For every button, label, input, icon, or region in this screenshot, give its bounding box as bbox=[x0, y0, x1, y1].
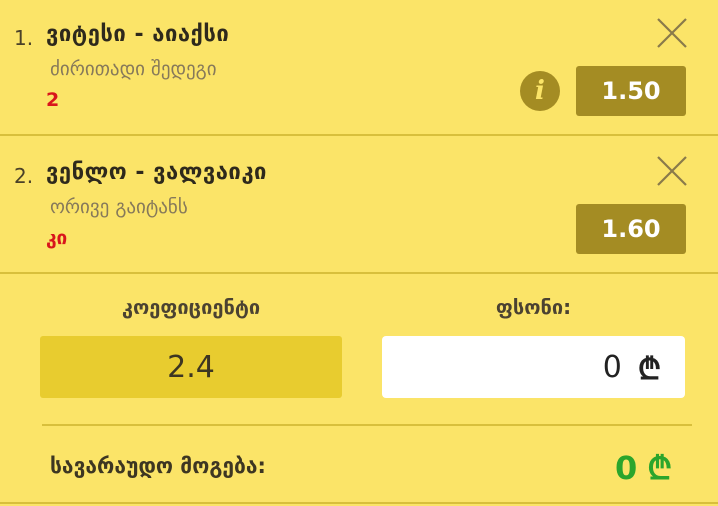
close-icon[interactable] bbox=[655, 154, 689, 188]
bet-summary: კოეფიციენტი ფსონი: 2.4 0 ₾ სავარაუდო მოგ… bbox=[0, 274, 718, 506]
info-glyph: i bbox=[535, 76, 545, 106]
currency-symbol: ₾ bbox=[647, 449, 672, 487]
bet-number: 2. bbox=[14, 164, 34, 188]
potential-win-amount: 0 ₾ bbox=[615, 446, 672, 489]
selection-value: 2 bbox=[46, 89, 60, 111]
market-name: ძირითადი შედეგი bbox=[50, 58, 217, 80]
coefficient-label: კოეფიციენტი bbox=[121, 295, 261, 319]
divider bbox=[42, 424, 692, 426]
stake-input[interactable]: 0 ₾ bbox=[382, 336, 685, 398]
stake-value: 0 bbox=[602, 349, 622, 385]
potential-win-value: 0 bbox=[615, 449, 638, 487]
match-title: ვიტესი - აიაქსი bbox=[46, 22, 230, 47]
potential-win-label: სავარაუდო მოგება: bbox=[50, 454, 266, 478]
close-icon[interactable] bbox=[655, 16, 689, 50]
match-title: ვენლო - ვალვაიკი bbox=[46, 160, 267, 185]
currency-symbol: ₾ bbox=[637, 351, 661, 387]
bet-slip-item: 2. ვენლო - ვალვაიკი ორივე გაიტანს კი 1.6… bbox=[0, 136, 718, 274]
odds-button[interactable]: 1.60 bbox=[576, 204, 686, 254]
odds-button[interactable]: 1.50 bbox=[576, 66, 686, 116]
bet-slip-item: 1. ვიტესი - აიაქსი ძირითადი შედეგი 2 i 1… bbox=[0, 0, 718, 136]
market-name: ორივე გაიტანს bbox=[50, 196, 188, 218]
coefficient-value: 2.4 bbox=[167, 349, 215, 385]
coefficient-display: 2.4 bbox=[40, 336, 342, 398]
info-icon[interactable]: i bbox=[520, 71, 560, 111]
selection-value: კი bbox=[46, 227, 68, 249]
odds-value: 1.60 bbox=[601, 215, 661, 243]
stake-label: ფსონი: bbox=[495, 295, 572, 319]
odds-value: 1.50 bbox=[601, 77, 661, 105]
bet-number: 1. bbox=[14, 26, 34, 50]
divider bbox=[0, 502, 718, 504]
